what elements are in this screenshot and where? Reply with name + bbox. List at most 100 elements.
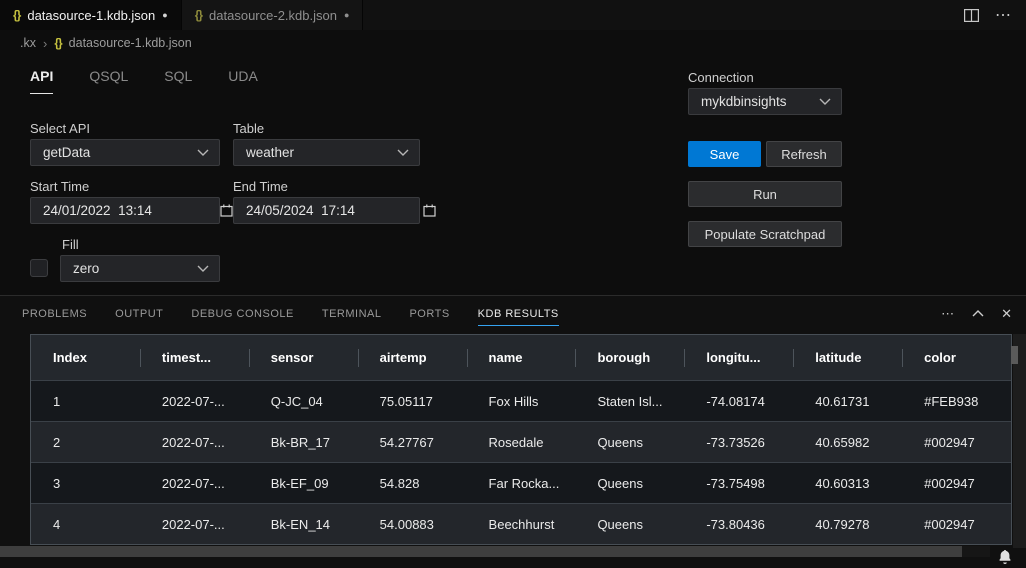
vertical-scrollbar-thumb[interactable] bbox=[1011, 346, 1018, 364]
start-time-field bbox=[30, 197, 220, 224]
bottom-panel: PROBLEMS OUTPUT DEBUG CONSOLE TERMINAL P… bbox=[0, 295, 1026, 568]
tab-sql[interactable]: SQL bbox=[164, 68, 192, 94]
panel-tab-bar: PROBLEMS OUTPUT DEBUG CONSOLE TERMINAL P… bbox=[0, 296, 1026, 331]
cell-latitude: 40.60313 bbox=[793, 476, 902, 491]
select-api-label: Select API bbox=[30, 121, 90, 136]
connection-select[interactable]: mykdbinsights bbox=[688, 88, 842, 115]
cell-index: 3 bbox=[31, 476, 140, 491]
cell-borough: Queens bbox=[575, 476, 684, 491]
tab-kdb-results[interactable]: KDB RESULTS bbox=[478, 296, 559, 331]
cell-sensor: Q-JC_04 bbox=[249, 394, 358, 409]
cell-index: 2 bbox=[31, 435, 140, 450]
tab-label: datasource-2.kdb.json bbox=[209, 8, 337, 23]
chevron-down-icon bbox=[397, 149, 409, 156]
tab-problems[interactable]: PROBLEMS bbox=[22, 296, 87, 331]
run-button[interactable]: Run bbox=[688, 181, 842, 207]
populate-scratchpad-button[interactable]: Populate Scratchpad bbox=[688, 221, 842, 247]
tab-terminal[interactable]: TERMINAL bbox=[322, 296, 382, 331]
refresh-button[interactable]: Refresh bbox=[766, 141, 842, 167]
unsaved-changes-dot-icon[interactable]: ● bbox=[162, 10, 167, 20]
tab-qsql[interactable]: QSQL bbox=[89, 68, 128, 94]
table-row: 3 2022-07-... Bk-EF_09 54.828 Far Rocka.… bbox=[31, 462, 1011, 503]
cell-timestamp: 2022-07-... bbox=[140, 517, 249, 532]
column-header-timestamp[interactable]: timest... bbox=[140, 350, 249, 365]
cell-color: #002947 bbox=[902, 517, 1011, 532]
cell-color: #002947 bbox=[902, 435, 1011, 450]
start-time-input[interactable] bbox=[31, 203, 220, 218]
table-label: Table bbox=[233, 121, 264, 136]
tab-output[interactable]: OUTPUT bbox=[115, 296, 163, 331]
cell-name: Rosedale bbox=[467, 435, 576, 450]
calendar-icon[interactable] bbox=[220, 204, 233, 217]
select-api-dropdown[interactable]: getData bbox=[30, 139, 220, 166]
close-panel-icon[interactable]: ✕ bbox=[1001, 306, 1012, 322]
tabbar-spacer bbox=[363, 0, 964, 30]
maximize-panel-icon[interactable] bbox=[972, 310, 984, 317]
tab-label: datasource-1.kdb.json bbox=[27, 8, 155, 23]
scrollbar-gutter bbox=[1013, 334, 1026, 548]
cell-longitude: -74.08174 bbox=[684, 394, 793, 409]
notifications-bell-icon[interactable] bbox=[997, 549, 1013, 568]
fill-label: Fill bbox=[62, 237, 79, 252]
cell-borough: Queens bbox=[575, 517, 684, 532]
cell-index: 4 bbox=[31, 517, 140, 532]
connection-value: mykdbinsights bbox=[701, 94, 787, 109]
fill-value: zero bbox=[73, 261, 99, 276]
fill-checkbox[interactable] bbox=[30, 259, 48, 277]
cell-latitude: 40.61731 bbox=[793, 394, 902, 409]
fill-dropdown[interactable]: zero bbox=[60, 255, 220, 282]
column-header-color[interactable]: color bbox=[902, 350, 1011, 365]
column-header-longitude[interactable]: longitu... bbox=[684, 350, 793, 365]
end-time-input[interactable] bbox=[234, 203, 423, 218]
cell-sensor: Bk-EN_14 bbox=[249, 517, 358, 532]
end-time-field bbox=[233, 197, 420, 224]
more-actions-icon[interactable]: ⋯ bbox=[995, 5, 1012, 25]
tab-debug-console[interactable]: DEBUG CONSOLE bbox=[191, 296, 293, 331]
cell-latitude: 40.65982 bbox=[793, 435, 902, 450]
select-api-value: getData bbox=[43, 145, 90, 160]
cell-timestamp: 2022-07-... bbox=[140, 394, 249, 409]
tab-ports[interactable]: PORTS bbox=[409, 296, 449, 331]
tab-api[interactable]: API bbox=[30, 68, 53, 94]
cell-name: Fox Hills bbox=[467, 394, 576, 409]
table-value: weather bbox=[246, 145, 294, 160]
unsaved-changes-dot-icon[interactable]: ● bbox=[344, 10, 349, 20]
cell-airtemp: 54.828 bbox=[358, 476, 467, 491]
cell-borough: Staten Isl... bbox=[575, 394, 684, 409]
column-header-index[interactable]: Index bbox=[31, 350, 140, 365]
json-file-icon: {} bbox=[54, 36, 61, 50]
end-time-label: End Time bbox=[233, 179, 288, 194]
table-dropdown[interactable]: weather bbox=[233, 139, 420, 166]
cell-airtemp: 54.00883 bbox=[358, 517, 467, 532]
tab-datasource-1[interactable]: {} datasource-1.kdb.json ● bbox=[0, 0, 182, 30]
cell-index: 1 bbox=[31, 394, 140, 409]
column-header-sensor[interactable]: sensor bbox=[249, 350, 358, 365]
breadcrumb: .kx › {} datasource-1.kdb.json bbox=[0, 30, 1026, 56]
tab-datasource-2[interactable]: {} datasource-2.kdb.json ● bbox=[182, 0, 364, 30]
column-header-name[interactable]: name bbox=[467, 350, 576, 365]
panel-actions: ⋯ ✕ bbox=[941, 296, 1012, 331]
column-header-airtemp[interactable]: airtemp bbox=[358, 350, 467, 365]
more-actions-icon[interactable]: ⋯ bbox=[941, 306, 955, 322]
column-header-borough[interactable]: borough bbox=[575, 350, 684, 365]
tab-uda[interactable]: UDA bbox=[228, 68, 258, 94]
cell-sensor: Bk-BR_17 bbox=[249, 435, 358, 450]
table-row: 1 2022-07-... Q-JC_04 75.05117 Fox Hills… bbox=[31, 380, 1011, 421]
breadcrumb-file[interactable]: datasource-1.kdb.json bbox=[69, 36, 192, 50]
table-row: 4 2022-07-... Bk-EN_14 54.00883 Beechhur… bbox=[31, 503, 1011, 544]
cell-longitude: -73.80436 bbox=[684, 517, 793, 532]
json-file-icon: {} bbox=[13, 8, 20, 22]
save-button[interactable]: Save bbox=[688, 141, 761, 167]
breadcrumb-root[interactable]: .kx bbox=[20, 36, 36, 50]
calendar-icon[interactable] bbox=[423, 204, 436, 217]
kdb-results-table: Index timest... sensor airtemp name boro… bbox=[30, 334, 1012, 545]
column-header-latitude[interactable]: latitude bbox=[793, 350, 902, 365]
datasource-mode-tabs: API QSQL SQL UDA bbox=[30, 68, 258, 94]
chevron-down-icon bbox=[819, 98, 831, 105]
cell-color: #FEB938 bbox=[902, 394, 1011, 409]
start-time-label: Start Time bbox=[30, 179, 89, 194]
cell-borough: Queens bbox=[575, 435, 684, 450]
split-editor-icon[interactable] bbox=[964, 9, 979, 22]
horizontal-scrollbar-thumb[interactable] bbox=[0, 546, 962, 557]
cell-longitude: -73.73526 bbox=[684, 435, 793, 450]
